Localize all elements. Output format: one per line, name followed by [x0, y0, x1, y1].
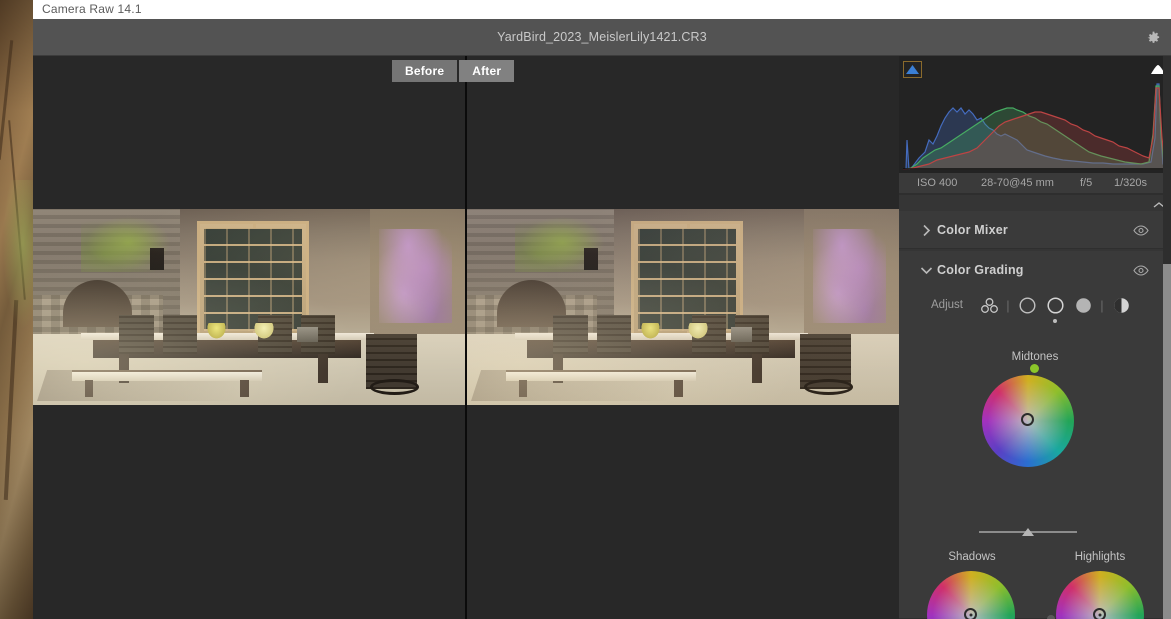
chevron-down-icon[interactable]	[915, 266, 937, 275]
after-button[interactable]: After	[459, 60, 515, 82]
adjust-separator-2: |	[1100, 297, 1104, 313]
before-button[interactable]: Before	[392, 60, 458, 82]
midtones-wheel-handle[interactable]	[1021, 413, 1034, 426]
meta-aperture: f/5	[1080, 177, 1093, 189]
color-grading-title: Color Grading	[937, 263, 1024, 277]
after-image-pane[interactable]	[467, 209, 899, 405]
highlights-circle-icon[interactable]	[1069, 292, 1097, 318]
before-after-toolbar: Before After	[392, 60, 515, 82]
gear-icon[interactable]	[1142, 27, 1164, 49]
midtones-wheel-label: Midtones	[1011, 351, 1059, 363]
panel-scrollbar[interactable]	[1163, 56, 1171, 619]
app-window: Camera Raw 14.1 YardBird_2023_MeislerLil…	[33, 0, 1171, 619]
adjust-separator-1: |	[1006, 297, 1010, 313]
midtones-circle-icon[interactable]	[1041, 292, 1069, 323]
before-photo	[33, 209, 465, 405]
color-mixer-title: Color Mixer	[937, 223, 1008, 237]
camera-raw-window: Camera Raw 14.1 YardBird_2023_MeislerLil…	[0, 0, 1171, 619]
adjust-label: Adjust	[931, 299, 963, 311]
capture-metadata-row: ISO 400 28-70@45 mm f/5 1/320s	[899, 173, 1171, 193]
highlights-wheel-label: Highlights	[1074, 551, 1126, 563]
adjust-button-group: | |	[975, 292, 1135, 323]
panel-divider	[899, 193, 1171, 195]
shadows-luminance-dot[interactable]	[1047, 615, 1055, 619]
section-color-mixer[interactable]: Color Mixer	[899, 211, 1171, 249]
blend-slider[interactable]	[979, 525, 1077, 539]
meta-lens: 28-70@45 mm	[981, 177, 1054, 189]
shadows-wheel-label: Shadows	[948, 551, 996, 563]
before-after-preview	[33, 56, 899, 619]
adjust-row: Adjust | |	[899, 289, 1171, 323]
shadow-clipping-triangle-icon[interactable]	[903, 61, 922, 78]
image-preview-canvas[interactable]: Before After	[33, 56, 899, 619]
blend-slider-thumb[interactable]	[1022, 528, 1034, 536]
right-edit-panel: ISO 400 28-70@45 mm f/5 1/320s Color Mix…	[899, 56, 1171, 619]
document-title: YardBird_2023_MeislerLily1421.CR3	[497, 30, 707, 44]
histogram[interactable]	[899, 56, 1171, 173]
desktop-background-photo	[0, 0, 33, 619]
shadows-wheel-handle[interactable]	[964, 608, 977, 619]
three-circles-icon[interactable]	[975, 292, 1003, 318]
shadows-circle-icon[interactable]	[1013, 292, 1041, 318]
meta-iso: ISO 400	[917, 177, 958, 189]
color-grading-eye-icon[interactable]	[1133, 263, 1149, 277]
after-photo	[467, 209, 899, 405]
adjust-selected-indicator	[1053, 319, 1057, 323]
split-circle-icon[interactable]	[1107, 292, 1135, 318]
chevron-right-icon[interactable]	[915, 224, 937, 237]
histogram-plot	[903, 83, 1167, 170]
panel-scrollbar-thumb[interactable]	[1163, 264, 1171, 619]
midtones-hue-indicator	[1030, 364, 1039, 373]
before-image-pane[interactable]	[33, 209, 465, 405]
color-mixer-header[interactable]: Color Mixer	[899, 211, 1171, 249]
highlights-wheel-handle[interactable]	[1093, 608, 1106, 619]
os-title-strip: Camera Raw 14.1	[33, 0, 1171, 19]
color-grading-header[interactable]: Color Grading	[899, 251, 1171, 289]
section-color-grading[interactable]: Color Grading Adjust | | Midtones Shadow…	[899, 251, 1171, 619]
color-mixer-eye-icon[interactable]	[1133, 223, 1149, 237]
meta-shutter: 1/320s	[1114, 177, 1148, 189]
document-header-bar: YardBird_2023_MeislerLily1421.CR3	[33, 19, 1171, 56]
app-title: Camera Raw 14.1	[42, 2, 142, 16]
